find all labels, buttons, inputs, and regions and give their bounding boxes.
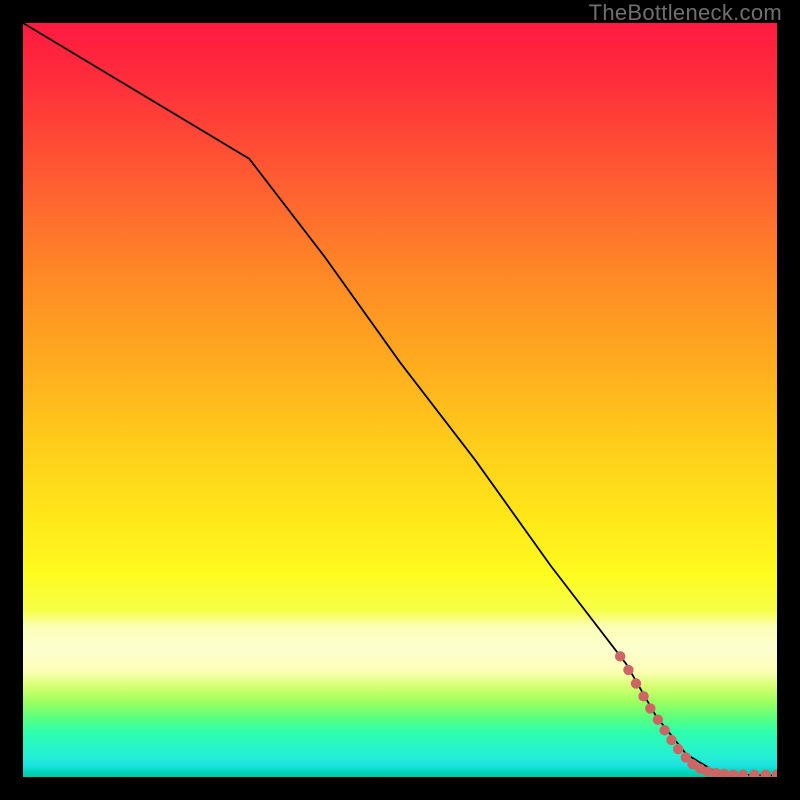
dot: [645, 703, 655, 713]
curve-line: [23, 23, 777, 775]
dot: [659, 725, 669, 735]
dot: [719, 769, 729, 777]
plot-overlay: [23, 23, 777, 777]
dot: [749, 770, 759, 777]
dots-series: [615, 651, 777, 777]
dot: [772, 770, 777, 777]
dot: [638, 691, 648, 701]
dot: [738, 770, 748, 777]
watermark-text: TheBottleneck.com: [589, 0, 782, 26]
dot: [623, 665, 633, 675]
dot: [728, 770, 738, 777]
dot: [615, 651, 625, 661]
dot: [760, 770, 770, 777]
dot: [653, 715, 663, 725]
dot: [666, 735, 676, 745]
dot: [631, 678, 641, 688]
chart-frame: TheBottleneck.com: [0, 0, 800, 800]
dot: [673, 744, 683, 754]
